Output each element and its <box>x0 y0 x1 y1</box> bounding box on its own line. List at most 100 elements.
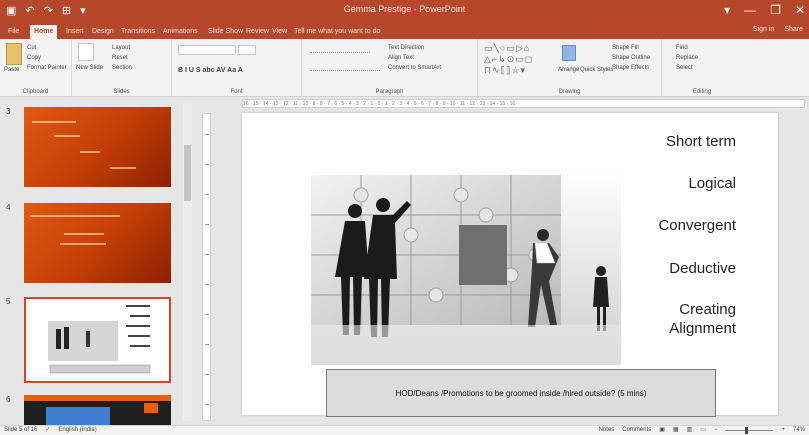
slides-group-label: Slides <box>113 89 130 95</box>
tab-home[interactable]: Home <box>30 25 58 39</box>
paste-button[interactable]: Paste <box>4 67 19 73</box>
zoom-slider[interactable] <box>725 427 774 434</box>
minimize-icon[interactable]: — <box>744 2 756 19</box>
zoom-level[interactable]: 74% <box>793 426 805 435</box>
horizontal-ruler: 16 · 15 · 14 · 13 · 12 · 11 · 10 · 9 · 8… <box>242 99 805 108</box>
select-button[interactable]: Select <box>676 65 693 71</box>
shape-effects-button[interactable]: Shape Effects <box>612 65 649 71</box>
format-painter-button[interactable]: Format Painter <box>27 65 67 71</box>
slide-number-5: 5 <box>6 297 11 306</box>
language-indicator[interactable]: English (India) <box>58 426 96 435</box>
clipboard-group: Paste Cut Copy Format Painter Clipboard <box>0 39 72 97</box>
tab-design[interactable]: Design <box>88 25 118 39</box>
keyword-logical[interactable]: Logical <box>688 175 736 192</box>
slide-sorter-icon[interactable]: ▦ <box>673 426 679 435</box>
spell-check-icon[interactable]: ✓ <box>45 426 50 435</box>
new-slide-icon[interactable] <box>78 43 94 61</box>
zoom-in-icon[interactable]: + <box>781 426 785 435</box>
quick-styles-button[interactable]: Quick Styles <box>580 67 613 73</box>
status-right: Notes Comments ▣ ▦ ▥ ▭ − + 74% <box>599 426 805 435</box>
slide-show-icon[interactable]: ▭ <box>700 426 706 435</box>
slides-group: New Slide Layout Reset Section Slides <box>72 39 172 97</box>
slide-thumbnail-5-selected[interactable] <box>24 297 171 383</box>
discussion-question-box[interactable]: HOD/Deans /Promotions to be groomed insi… <box>326 369 716 417</box>
keyword-creating[interactable]: Creating <box>679 301 736 318</box>
keyword-convergent[interactable]: Convergent <box>658 217 736 234</box>
paste-icon[interactable] <box>6 43 22 65</box>
title-bar: ▣ ↶ ↷ ⊞ ▾ Gemma Prestige - PowerPoint ▾ … <box>0 0 809 22</box>
slide-thumbnail-4[interactable] <box>24 203 171 283</box>
font-name-box[interactable] <box>178 45 236 55</box>
editing-group-label: Editing <box>692 89 712 95</box>
thumb-6-block <box>46 407 110 425</box>
status-left: Slide 5 of 16 ✓ English (India) <box>4 426 97 435</box>
layout-button[interactable]: Layout <box>112 45 130 51</box>
tab-insert[interactable]: Insert <box>62 25 88 39</box>
window-title: Gemma Prestige - PowerPoint <box>343 4 466 14</box>
font-size-box[interactable] <box>238 45 256 55</box>
powerpoint-window: ▣ ↶ ↷ ⊞ ▾ Gemma Prestige - PowerPoint ▾ … <box>0 0 809 435</box>
thumbnail-scrollbar[interactable] <box>183 103 192 421</box>
slide-thumbnail-6[interactable] <box>24 395 171 425</box>
tell-me-search[interactable]: Tell me what you want to do <box>290 25 384 39</box>
sign-in-link[interactable]: Sign in <box>753 26 774 33</box>
thumb-6-band <box>24 395 171 401</box>
close-icon[interactable]: ✕ <box>795 2 805 19</box>
keyword-alignment[interactable]: Alignment <box>669 320 736 337</box>
account-area: Sign in Share <box>753 26 803 33</box>
replace-button[interactable]: Replace <box>676 55 698 61</box>
arrange-button[interactable]: Arrange <box>558 67 579 73</box>
thumbnail-scroll-thumb[interactable] <box>184 145 191 201</box>
slide-thumbnail-3[interactable] <box>24 107 171 187</box>
drawing-group-label: Drawing <box>558 89 581 95</box>
window-controls: ▾ — ❐ ✕ <box>724 2 805 19</box>
shape-outline-button[interactable]: Shape Outline <box>612 55 650 61</box>
section-button[interactable]: Section <box>112 65 132 71</box>
maximize-icon[interactable]: ❐ <box>770 2 781 19</box>
ribbon-home: Paste Cut Copy Format Painter Clipboard … <box>0 39 809 97</box>
status-bar: Slide 5 of 16 ✓ English (India) Notes Co… <box>0 425 809 435</box>
keyword-deductive[interactable]: Deductive <box>669 260 736 277</box>
thumb-text-line <box>54 135 80 137</box>
zoom-slider-knob[interactable] <box>745 427 749 434</box>
ribbon-tabs: File Home Insert Design Transitions Anim… <box>0 22 809 39</box>
tab-file[interactable]: File <box>4 25 23 39</box>
share-button[interactable]: Share <box>784 26 803 33</box>
business-puzzle-photo[interactable] <box>311 165 621 365</box>
text-direction-button[interactable]: Text Direction <box>388 45 424 51</box>
copy-button[interactable]: Copy <box>27 55 41 61</box>
ribbon-display-options-icon[interactable]: ▾ <box>724 2 730 19</box>
reading-view-icon[interactable]: ▥ <box>687 426 693 435</box>
slide-number-3: 3 <box>6 107 11 116</box>
notes-button[interactable]: Notes <box>599 426 615 435</box>
font-group-label: Font <box>230 89 243 95</box>
align-text-button[interactable]: Align Text <box>388 55 414 61</box>
tab-view[interactable]: View <box>268 25 291 39</box>
tab-animations[interactable]: Animations <box>159 25 202 39</box>
new-slide-button[interactable]: New Slide <box>76 65 103 71</box>
shapes-gallery[interactable]: ▭╲○▭▷⌂ △⌐↳⊙▭◻ ⊓∿⟦⟧☆▾ <box>484 43 533 76</box>
zoom-out-icon[interactable]: − <box>714 426 718 435</box>
thumb-text-line <box>60 243 106 245</box>
find-button[interactable]: Find <box>676 45 688 51</box>
normal-view-icon[interactable]: ▣ <box>659 426 665 435</box>
tab-transitions[interactable]: Transitions <box>117 25 159 39</box>
keyword-short-term[interactable]: Short term <box>666 133 736 150</box>
arrange-icon[interactable] <box>562 45 576 61</box>
convert-smartart-button[interactable]: Convert to SmartArt <box>388 65 441 71</box>
thumb-5-preview <box>48 305 151 374</box>
current-slide[interactable]: Short term Logical Convergent Deductive … <box>242 113 778 417</box>
thumb-text-line <box>64 233 104 235</box>
slide-editing-area: 16 · 15 · 14 · 13 · 12 · 11 · 10 · 9 · 8… <box>196 97 809 425</box>
thumb-text-line <box>80 151 100 153</box>
cut-button[interactable]: Cut <box>27 45 36 51</box>
comments-button[interactable]: Comments <box>622 426 651 435</box>
thumb-text-line <box>30 215 120 217</box>
alignment-buttons[interactable] <box>310 63 380 71</box>
shape-fill-button[interactable]: Shape Fill <box>612 45 639 51</box>
font-format-buttons[interactable]: B I U S abc AV Aa A <box>178 67 243 74</box>
tab-slide-show[interactable]: Slide Show <box>204 25 247 39</box>
reset-button[interactable]: Reset <box>112 55 128 61</box>
list-buttons[interactable] <box>310 45 370 53</box>
font-group: B I U S abc AV Aa A Font <box>172 39 302 97</box>
